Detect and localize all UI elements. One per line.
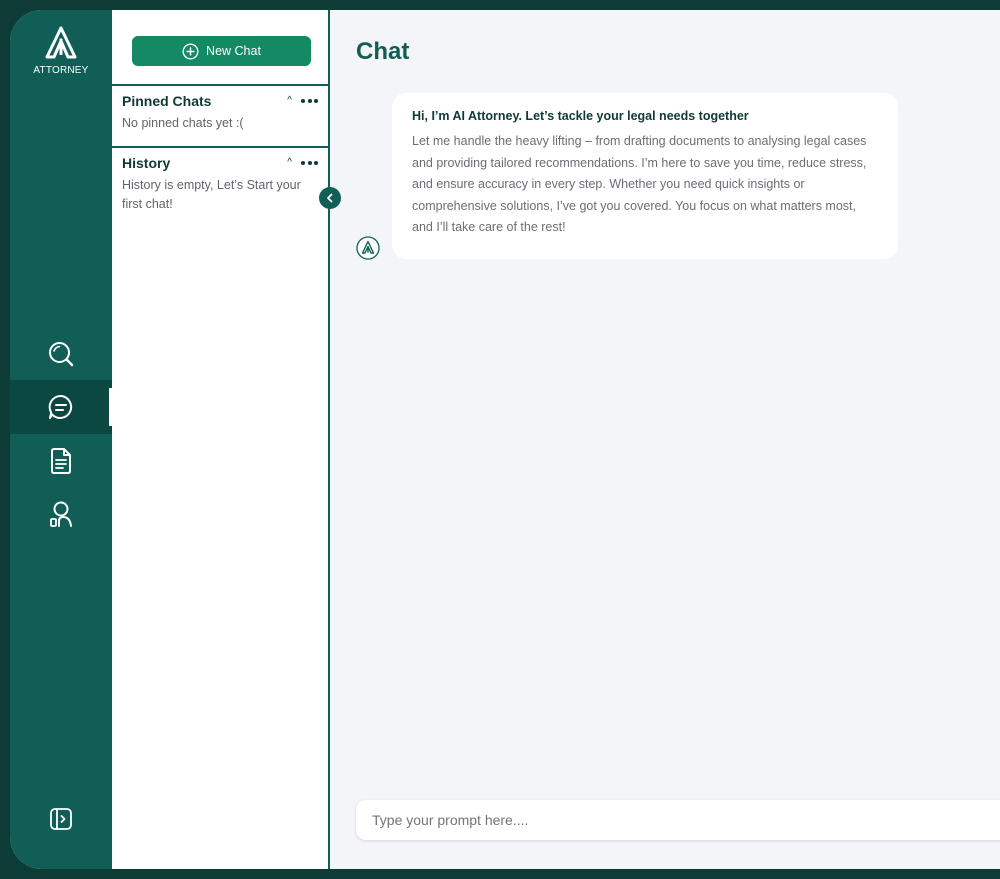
pinned-chats-title: Pinned Chats: [122, 93, 212, 109]
brand-logo[interactable]: ATTORNEY: [10, 26, 112, 76]
assistant-avatar-icon: [356, 236, 380, 260]
rail-chat-button[interactable]: [10, 380, 112, 434]
user-icon: [50, 501, 72, 527]
pinned-chats-empty-text: No pinned chats yet :(: [122, 116, 244, 130]
history-empty-text: History is empty, Let’s Start your first…: [122, 178, 301, 211]
chevron-left-icon: [327, 193, 333, 203]
brand-logo-text: ATTORNEY: [33, 65, 89, 76]
icon-rail: ATTORNEY: [10, 10, 112, 869]
collapse-history-chevron-up-icon[interactable]: ^: [287, 158, 292, 168]
history-more-options-icon[interactable]: [301, 161, 318, 165]
history-title: History: [122, 155, 171, 171]
pinned-chats-section: Pinned Chats ^ No pinned chats yet :(: [112, 84, 328, 146]
collapse-panel-button[interactable]: [319, 187, 341, 209]
collapse-pinned-chevron-up-icon[interactable]: ^: [287, 96, 292, 106]
assistant-message-bubble: Hi, I’m AI Attorney. Let’s tackle your l…: [392, 93, 898, 259]
chat-icon: [48, 394, 73, 419]
new-chat-button[interactable]: New Chat: [132, 36, 311, 66]
history-section: History ^ History is empty, Let’s Start …: [112, 146, 328, 214]
rail-documents-button[interactable]: [10, 434, 112, 488]
search-icon: [49, 342, 74, 367]
chat-main: Chat Hi, I’m AI Attorney. Let’s tackle y…: [330, 10, 1000, 869]
rail-search-button[interactable]: [10, 327, 112, 381]
prompt-input[interactable]: [356, 800, 1000, 840]
pinned-more-options-icon[interactable]: [301, 99, 318, 103]
document-icon: [51, 448, 71, 474]
app-window: ATTORNEY New Chat Pinned Chats ^ No pinn…: [10, 10, 1000, 869]
pinned-chats-tools: ^: [287, 96, 318, 106]
ai-attorney-logo-icon: [45, 26, 77, 59]
new-chat-label: New Chat: [206, 44, 261, 58]
chat-history-panel: New Chat Pinned Chats ^ No pinned chats …: [112, 10, 330, 869]
expand-sidebar-button[interactable]: [10, 799, 112, 839]
page-title: Chat: [356, 38, 410, 65]
history-header: History ^: [112, 148, 328, 172]
rail-profile-button[interactable]: [10, 487, 112, 541]
pinned-chats-header: Pinned Chats ^: [112, 86, 328, 110]
expand-sidebar-icon: [50, 808, 72, 830]
assistant-message-body: Let me handle the heavy lifting – from d…: [412, 134, 867, 234]
plus-circle-icon: [182, 42, 199, 60]
assistant-message-title: Hi, I’m AI Attorney. Let’s tackle your l…: [412, 109, 749, 123]
history-tools: ^: [287, 158, 318, 168]
